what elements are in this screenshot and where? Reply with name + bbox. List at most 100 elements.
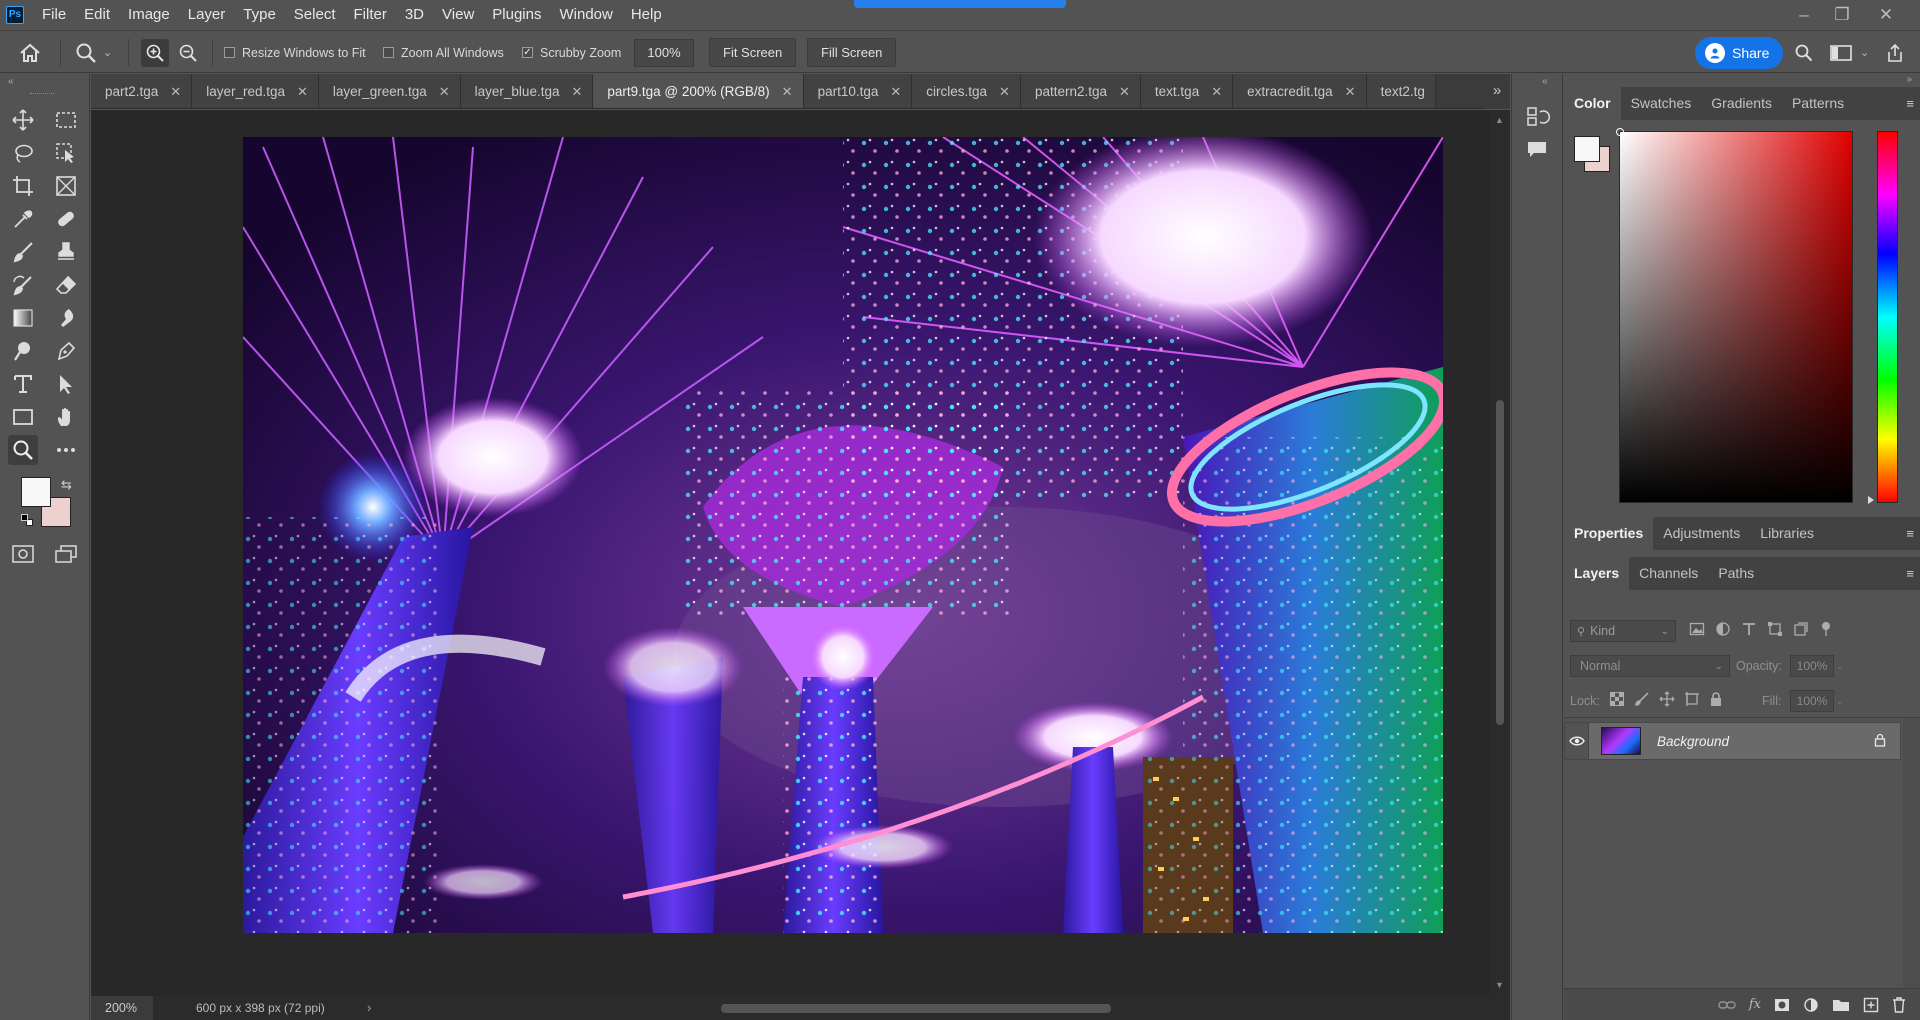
gradient-tool[interactable] [8,303,38,333]
lasso-tool[interactable] [8,138,38,168]
layer-name[interactable]: Background [1657,734,1729,749]
layer-style-fx-icon[interactable]: fx [1749,997,1761,1012]
lock-transparent-pixels-icon[interactable] [1609,691,1625,707]
close-tab-icon[interactable]: ✕ [439,84,450,100]
layer-visibility-toggle[interactable] [1565,723,1589,759]
object-selection-tool[interactable] [51,138,81,168]
hand-tool[interactable] [51,402,81,432]
layers-scrollbar[interactable] [1903,718,1920,988]
close-tab-icon[interactable]: ✕ [999,84,1010,100]
smart-object-filter-icon[interactable] [1793,621,1809,637]
document-tab[interactable]: circles.tga ✕ [912,74,1021,108]
fit-screen-button[interactable]: Fit Screen [709,38,797,67]
type-filter-icon[interactable] [1741,621,1757,637]
close-tab-icon[interactable]: ✕ [1119,84,1130,100]
filter-toggle-icon[interactable] [1819,621,1833,637]
scrubby-zoom-box[interactable]: ✓ [522,47,533,58]
horizontal-scroll-thumb[interactable] [721,1004,1111,1013]
menu-type[interactable]: Type [234,0,285,29]
tool-preset-picker[interactable]: ⌄ [75,31,112,74]
type-tool[interactable] [8,369,38,399]
chevron-down-icon[interactable]: ⌄ [1836,655,1850,677]
expand-panels-icon[interactable]: « [1542,76,1548,87]
share-button[interactable]: Share [1695,36,1784,69]
dodge-tool[interactable] [8,336,38,366]
menu-edit[interactable]: Edit [75,0,119,29]
close-tab-icon[interactable]: ✕ [571,84,582,100]
crop-tool[interactable] [8,171,38,201]
document-tab[interactable]: layer_green.tga ✕ [318,74,461,108]
tab-overflow-button[interactable]: » [1484,74,1510,109]
menu-image[interactable]: Image [119,0,179,29]
canvas-area[interactable] [91,110,1490,996]
image-filter-icon[interactable] [1689,621,1705,637]
menu-3d[interactable]: 3D [396,0,433,29]
scrubby-zoom-checkbox[interactable]: ✓ Scrubby Zoom [522,31,621,74]
menu-window[interactable]: Window [550,0,621,29]
folder-icon[interactable] [1832,998,1850,1012]
adjustment-filter-icon[interactable] [1715,621,1731,637]
lock-all-icon[interactable] [1709,691,1723,707]
tools-grip[interactable] [30,93,54,95]
document-tab[interactable]: part9.tga @ 200% (RGB/8) ✕ [593,74,804,108]
properties-panel-menu-icon[interactable]: ≡ [1906,526,1914,541]
document-tab[interactable]: part2.tga ✕ [91,74,193,108]
menu-help[interactable]: Help [622,0,671,29]
tab-properties[interactable]: Properties [1564,517,1654,550]
zoom-percent-input[interactable] [634,38,694,67]
link-layers-icon[interactable] [1718,999,1736,1011]
tab-patterns[interactable]: Patterns [1782,87,1854,120]
collapse-panels-icon[interactable]: » [1906,74,1912,85]
screen-mode-button[interactable] [51,539,81,569]
adjustment-layer-icon[interactable] [1803,997,1819,1013]
status-zoom-level[interactable]: 200% [91,996,153,1020]
add-mask-icon[interactable] [1774,998,1790,1012]
close-tab-icon[interactable]: ✕ [297,84,308,100]
layer-row[interactable]: Background [1564,722,1901,760]
pen-tool[interactable] [51,336,81,366]
chevron-down-icon[interactable]: ⌄ [1836,690,1850,712]
blend-mode-select[interactable]: Normal ⌄ [1570,655,1730,677]
rectangular-marquee-tool[interactable] [51,105,81,135]
close-tab-icon[interactable]: ✕ [1345,84,1356,100]
scroll-down-icon[interactable]: ▼ [1495,980,1504,990]
search-button[interactable] [1794,31,1814,74]
tab-libraries[interactable]: Libraries [1750,517,1824,550]
vertical-scroll-thumb[interactable] [1496,400,1504,725]
color-panel-foreground-swatch[interactable] [1574,136,1600,162]
menu-plugins[interactable]: Plugins [483,0,550,29]
hue-slider[interactable] [1868,131,1898,504]
tab-swatches[interactable]: Swatches [1621,87,1702,120]
close-button[interactable]: ✕ [1867,0,1905,29]
layer-filter-kind-select[interactable]: ⚲ Kind ⌄ [1570,620,1676,642]
opacity-input[interactable]: 100% [1790,655,1834,677]
menu-filter[interactable]: Filter [345,0,396,29]
eyedropper-tool[interactable] [8,204,38,234]
swap-colors-icon[interactable]: ⇆ [61,477,72,493]
workspace-switcher[interactable]: ⌄ [1830,31,1869,74]
resize-windows-box[interactable] [224,47,235,58]
document-tab[interactable]: text2.tg [1366,74,1436,108]
default-colors-icon[interactable] [21,514,33,526]
clone-stamp-tool[interactable] [51,237,81,267]
minimize-button[interactable]: – [1785,0,1823,29]
tab-adjustments[interactable]: Adjustments [1653,517,1750,550]
brush-tool[interactable] [8,237,38,267]
document-canvas[interactable] [243,137,1443,933]
lock-position-icon[interactable] [1659,691,1675,707]
layers-panel-menu-icon[interactable]: ≡ [1906,566,1914,581]
healing-brush-tool[interactable] [51,204,81,234]
move-tool[interactable] [8,105,38,135]
close-tab-icon[interactable]: ✕ [890,84,901,100]
path-selection-tool[interactable] [51,369,81,399]
menu-file[interactable]: File [33,0,75,29]
document-tab[interactable]: text.tga ✕ [1140,74,1234,108]
color-saturation-value-field[interactable] [1616,128,1853,503]
lock-image-pixels-icon[interactable] [1634,691,1650,707]
collapse-icon[interactable]: « [8,76,14,87]
tab-layers[interactable]: Layers [1564,557,1630,590]
zoom-in-button[interactable] [140,31,170,74]
home-button[interactable] [18,31,42,74]
tab-gradients[interactable]: Gradients [1701,87,1782,120]
share-document-button[interactable] [1885,31,1905,74]
